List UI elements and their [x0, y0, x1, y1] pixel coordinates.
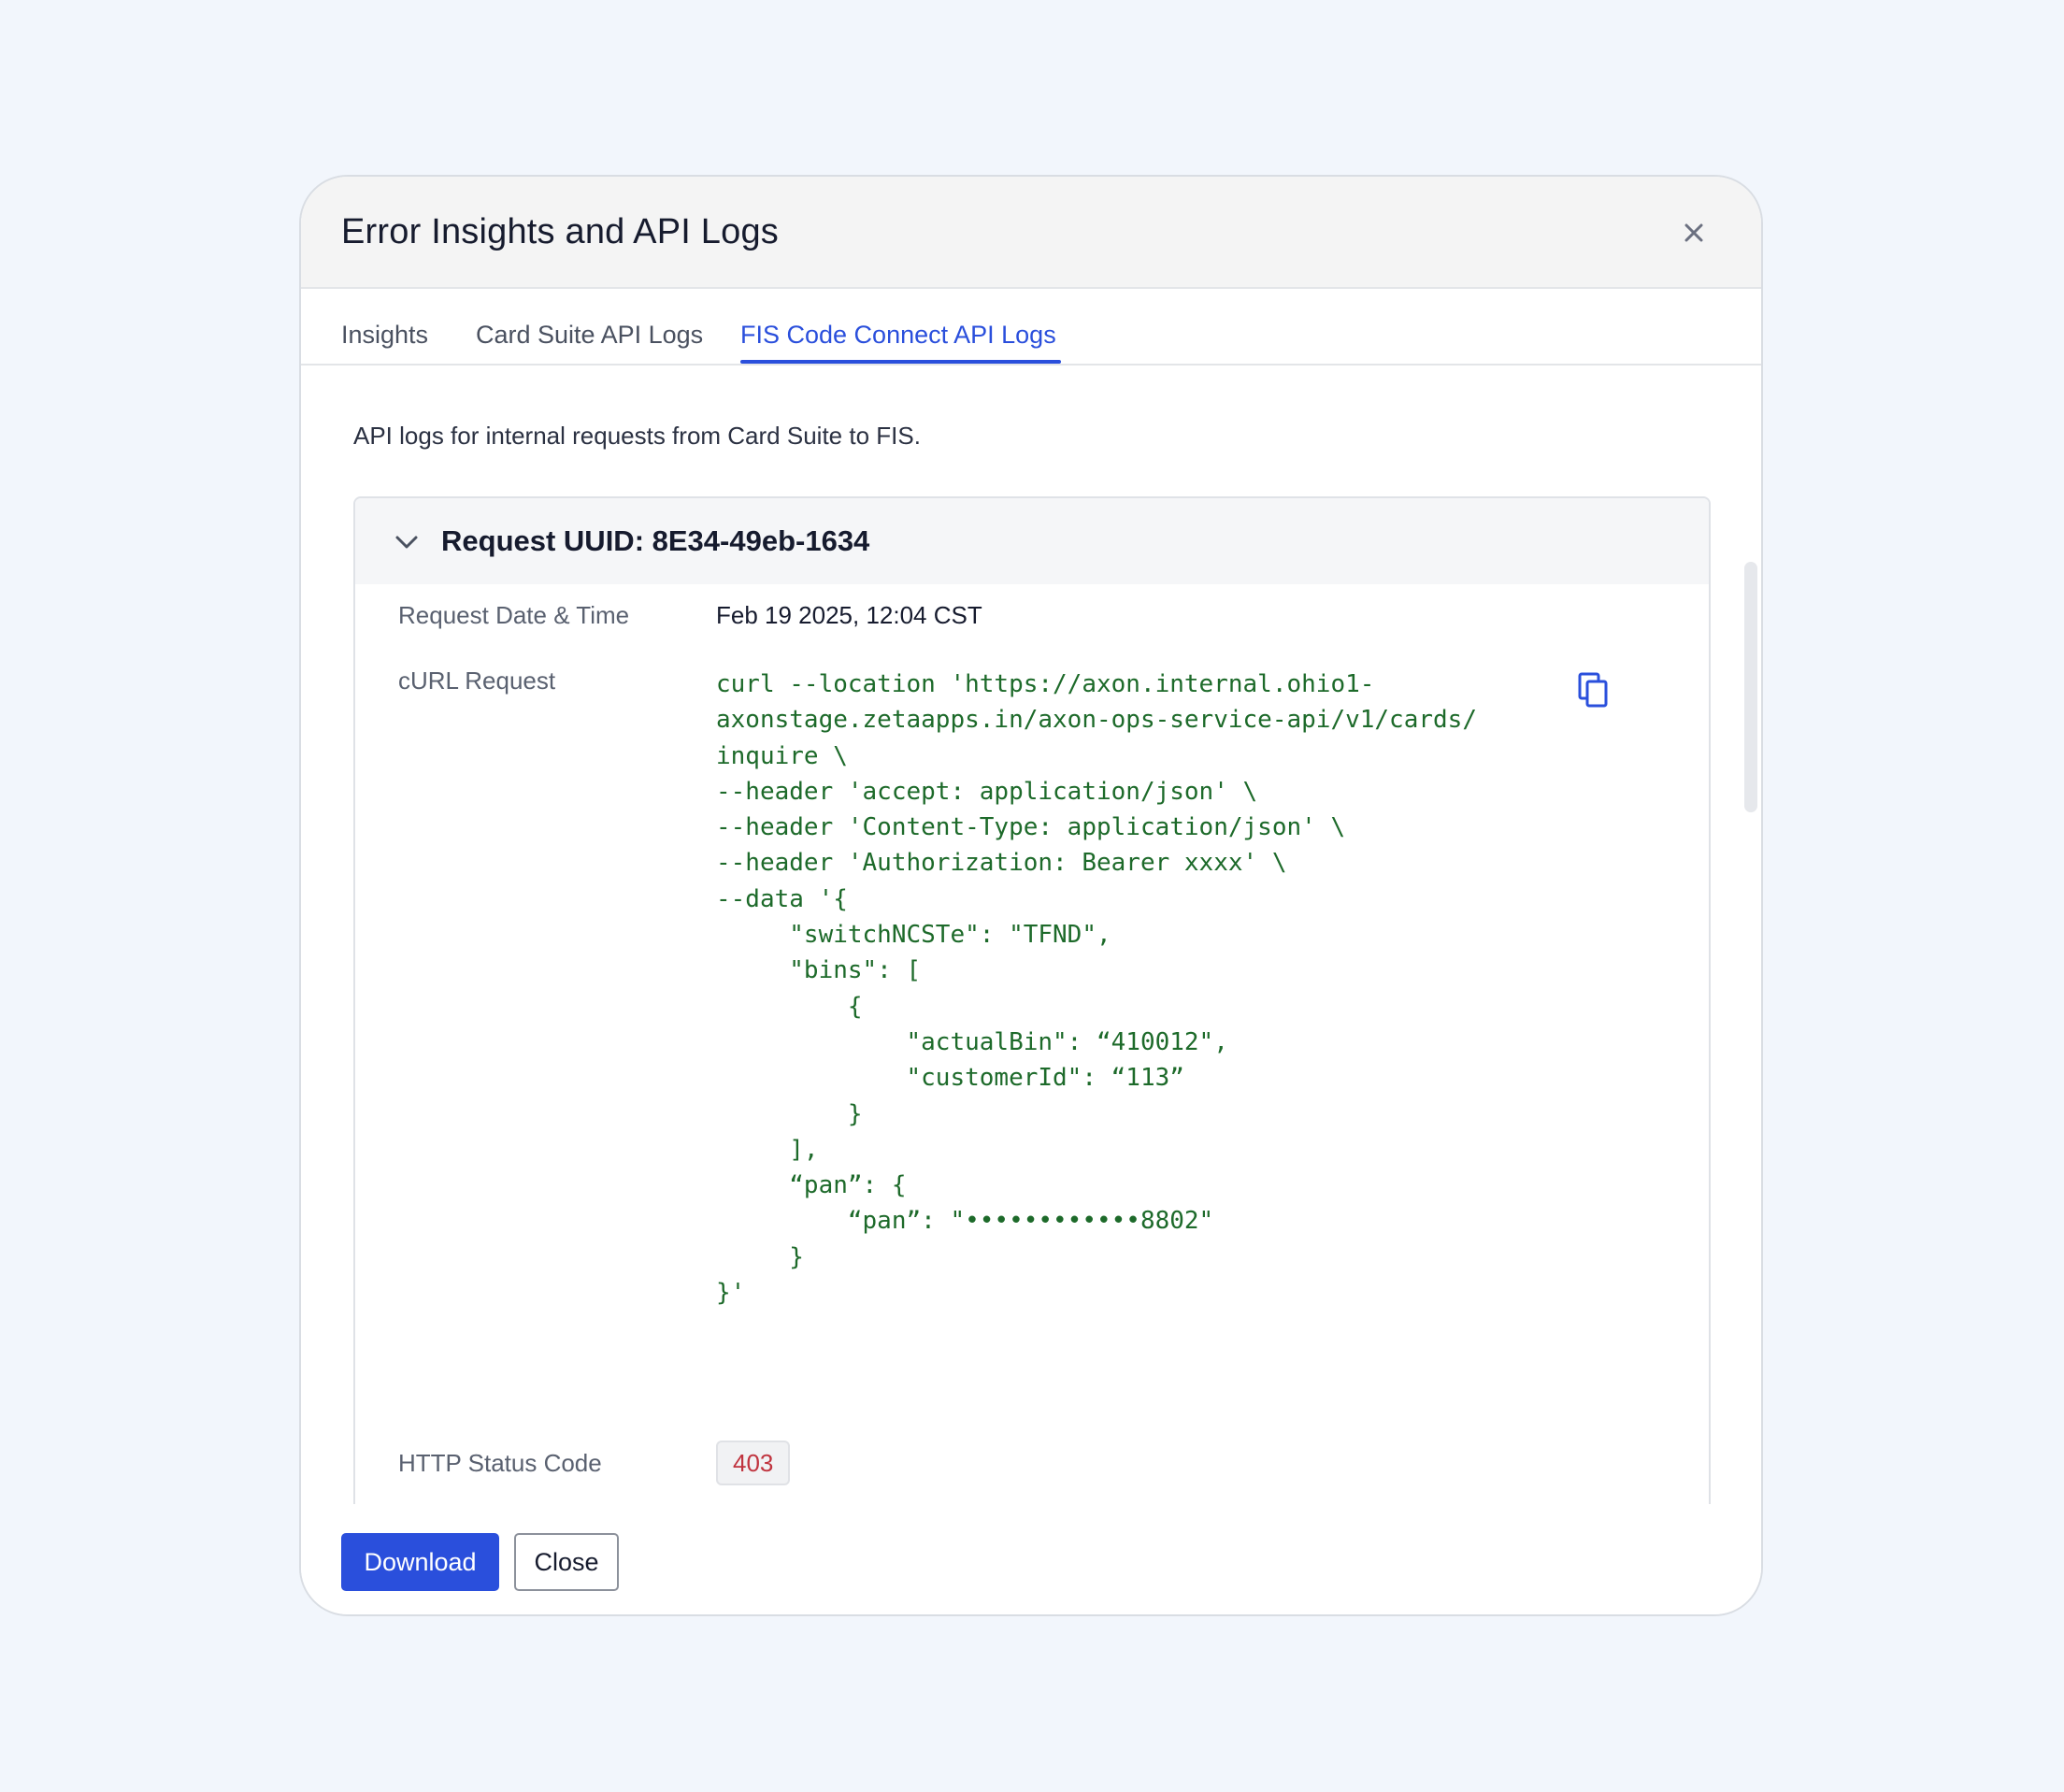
curl-code-line: curl --location 'https://axon.internal.o…	[716, 670, 1375, 698]
curl-code-line: axonstage.zetaapps.in/axon-ops-service-a…	[716, 706, 1477, 735]
curl-code-line: "customerId": “113”	[716, 1064, 1184, 1093]
active-tab-indicator	[740, 360, 1061, 364]
scrollbar-thumb[interactable]	[1744, 562, 1757, 812]
curl-code-line: --header 'accept: application/json' \	[716, 777, 1258, 806]
request-date-value: Feb 19 2025, 12:04 CST	[716, 601, 982, 629]
curl-code-line: }	[716, 1242, 804, 1271]
copy-icon[interactable]	[1576, 672, 1612, 710]
curl-code-line: }'	[716, 1279, 746, 1308]
close-icon[interactable]	[1673, 212, 1714, 253]
request-date-label: Request Date & Time	[398, 601, 630, 629]
curl-code-line: }	[716, 1099, 863, 1128]
tab-bar: Insights Card Suite API Logs FIS Code Co…	[301, 289, 1761, 366]
curl-code-line: --data '{	[716, 884, 848, 913]
curl-request-code[interactable]: curl --location 'https://axon.internal.o…	[716, 667, 1477, 1311]
chevron-down-icon[interactable]	[393, 528, 421, 556]
modal-title: Error Insights and API Logs	[341, 212, 779, 251]
download-button[interactable]: Download	[341, 1533, 499, 1591]
tab-card-suite-api-logs[interactable]: Card Suite API Logs	[476, 321, 703, 350]
curl-code-line: "switchNCSTe": "TFND",	[716, 921, 1111, 950]
curl-code-line: "bins": [	[716, 956, 922, 985]
modal-header: Error Insights and API Logs	[301, 177, 1761, 289]
status-badge: 403	[716, 1441, 791, 1485]
curl-code-line: --header 'Authorization: Bearer xxxx' \	[716, 849, 1287, 878]
curl-code-line: {	[716, 992, 863, 1021]
curl-code-line: "actualBin": “410012",	[716, 1027, 1228, 1056]
curl-code-line: “pan”: {	[716, 1171, 907, 1200]
curl-request-label: cURL Request	[398, 667, 556, 695]
curl-code-line: inquire \	[716, 741, 848, 770]
curl-code-line: “pan”: "••••••••••••8802"	[716, 1207, 1214, 1236]
http-status-label: HTTP Status Code	[398, 1449, 602, 1477]
tab-description: API logs for internal requests from Card…	[353, 422, 921, 450]
request-accordion: Request UUID: 8E34-49eb-1634 Request Dat…	[353, 496, 1711, 1614]
close-button[interactable]: Close	[514, 1533, 619, 1591]
curl-code-line: ],	[716, 1135, 819, 1164]
curl-code-line: --header 'Content-Type: application/json…	[716, 813, 1346, 842]
error-insights-modal: Error Insights and API Logs Insights Car…	[299, 175, 1763, 1616]
tab-insights[interactable]: Insights	[341, 321, 428, 350]
request-accordion-header[interactable]: Request UUID: 8E34-49eb-1634	[355, 498, 1709, 584]
request-uuid-title: Request UUID: 8E34-49eb-1634	[441, 524, 870, 557]
tab-fis-code-connect-api-logs[interactable]: FIS Code Connect API Logs	[740, 321, 1056, 350]
